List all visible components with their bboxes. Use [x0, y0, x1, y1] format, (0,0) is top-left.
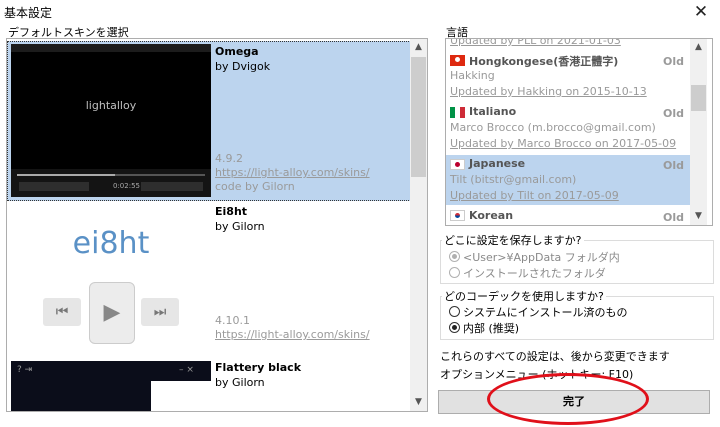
scroll-up-icon[interactable]: ▲	[690, 39, 707, 56]
skin-preview-ei8ht: ei8ht ⏮ ▶ ⏭	[11, 204, 211, 356]
codec-internal-label: 内部 (推奨)	[463, 322, 520, 335]
play-icon: ▶	[89, 282, 135, 344]
language-status: Old	[663, 107, 684, 120]
preview-logo-text: lightalloy	[85, 99, 137, 112]
skin-author: by Dvigok	[215, 60, 271, 73]
language-item-korean[interactable]: Korean Old	[446, 207, 690, 225]
skin-item-omega[interactable]: lightalloy 0:02:55 Omega by Dvigok 4.9.2…	[7, 41, 411, 201]
language-name: Korean	[469, 209, 514, 222]
language-author: Hakking	[450, 69, 495, 82]
skin-name: Flattery black	[215, 361, 302, 374]
skin-url-link[interactable]: https://light-alloy.com/skins/	[215, 166, 370, 179]
language-name: Italiano	[469, 105, 517, 118]
skin-list[interactable]: lightalloy 0:02:55 Omega by Dvigok 4.9.2…	[6, 38, 428, 412]
skin-scrollbar[interactable]: ▲ ▼	[410, 39, 427, 411]
codec-system-label: システムにインストール済のもの	[463, 306, 628, 319]
japan-flag-icon	[450, 159, 465, 170]
preview-time: 0:02:55	[113, 182, 140, 190]
language-status: Old	[663, 159, 684, 172]
skin-version: 4.9.2	[215, 152, 243, 165]
close-icon[interactable]: ✕	[690, 1, 712, 23]
language-updated: Updated by Tilt on 2017-05-09	[450, 189, 619, 202]
skin-item-flattery-black[interactable]: ? ⇥ – × Flattery black by Gilorn	[7, 359, 411, 411]
skip-forward-icon: ⏭	[141, 298, 179, 326]
skin-preview-omega: lightalloy 0:02:55	[11, 44, 211, 197]
language-name: Hongkongese(香港正體字)	[469, 55, 619, 68]
language-item-italiano[interactable]: Italiano Old Marco Brocco (m.brocco@gmai…	[446, 103, 690, 155]
skin-url-link[interactable]: https://light-alloy.com/skins/	[215, 328, 370, 341]
language-item-japanese[interactable]: Japanese Old Tilt (bitstr@gmail.com) Upd…	[446, 155, 690, 205]
scroll-down-icon[interactable]: ▼	[690, 208, 707, 225]
italy-flag-icon	[450, 107, 465, 118]
language-author: Tilt (bitstr@gmail.com)	[450, 173, 577, 186]
language-author: Marco Brocco (m.brocco@gmail.com)	[450, 121, 656, 134]
skin-author: by Gilorn	[215, 376, 265, 389]
title-bar	[0, 0, 720, 24]
codec-heading: どのコーデックを使用しますか?	[442, 288, 606, 304]
settings-note-line1: これらのすべての設定は、後から変更できます	[440, 350, 670, 363]
language-updated: Updated by Marco Brocco on 2017-05-09	[450, 137, 677, 150]
language-item-hongkongese[interactable]: Hongkongese(香港正體字) Old Hakking Updated b…	[446, 51, 690, 103]
window-title: 基本設定	[4, 6, 53, 20]
scrollbar-thumb[interactable]	[411, 57, 426, 177]
save-install-folder-radio[interactable]	[449, 267, 460, 278]
language-scrollbar[interactable]: ▲ ▼	[690, 39, 707, 225]
scrollbar-thumb[interactable]	[691, 85, 706, 111]
language-status: Old	[663, 211, 684, 224]
skin-name: Omega	[215, 45, 259, 58]
preview-logo-text: ei8ht	[72, 226, 150, 261]
codec-system-radio[interactable]	[449, 306, 460, 317]
language-name: Japanese	[469, 157, 526, 170]
skin-version: 4.10.1	[215, 314, 250, 327]
codec-internal-radio[interactable]	[449, 322, 460, 333]
skin-item-ei8ht[interactable]: ei8ht ⏮ ▶ ⏭ Ei8ht by Gilorn 4.10.1 https…	[7, 201, 411, 359]
language-updated: Updated by Hakking on 2015-10-13	[450, 85, 647, 98]
skin-author: by Gilorn	[215, 220, 265, 233]
language-status: Old	[663, 55, 684, 68]
save-install-folder-label: インストールされたフォルダ	[463, 267, 606, 280]
language-updated-partial: Updated by PLL on 2021-01-03	[450, 38, 621, 47]
hongkong-flag-icon	[450, 55, 465, 66]
korea-flag-icon	[450, 210, 465, 221]
skin-preview-flattery: ? ⇥ – ×	[11, 361, 211, 411]
save-location-heading: どこに設定を保存しますか?	[442, 232, 584, 248]
scroll-up-icon[interactable]: ▲	[410, 39, 427, 56]
language-list[interactable]: Updated by PLL on 2021-01-03 Hongkongese…	[445, 38, 713, 226]
skin-name: Ei8ht	[215, 205, 248, 218]
scroll-down-icon[interactable]: ▼	[410, 394, 427, 411]
save-appdata-radio[interactable]	[449, 251, 460, 262]
annotation-ellipse	[487, 373, 649, 425]
skin-code-author: code by Gilorn	[215, 180, 295, 193]
skip-back-icon: ⏮	[43, 298, 81, 326]
save-appdata-label: <User>¥AppData フォルダ内	[463, 251, 620, 264]
